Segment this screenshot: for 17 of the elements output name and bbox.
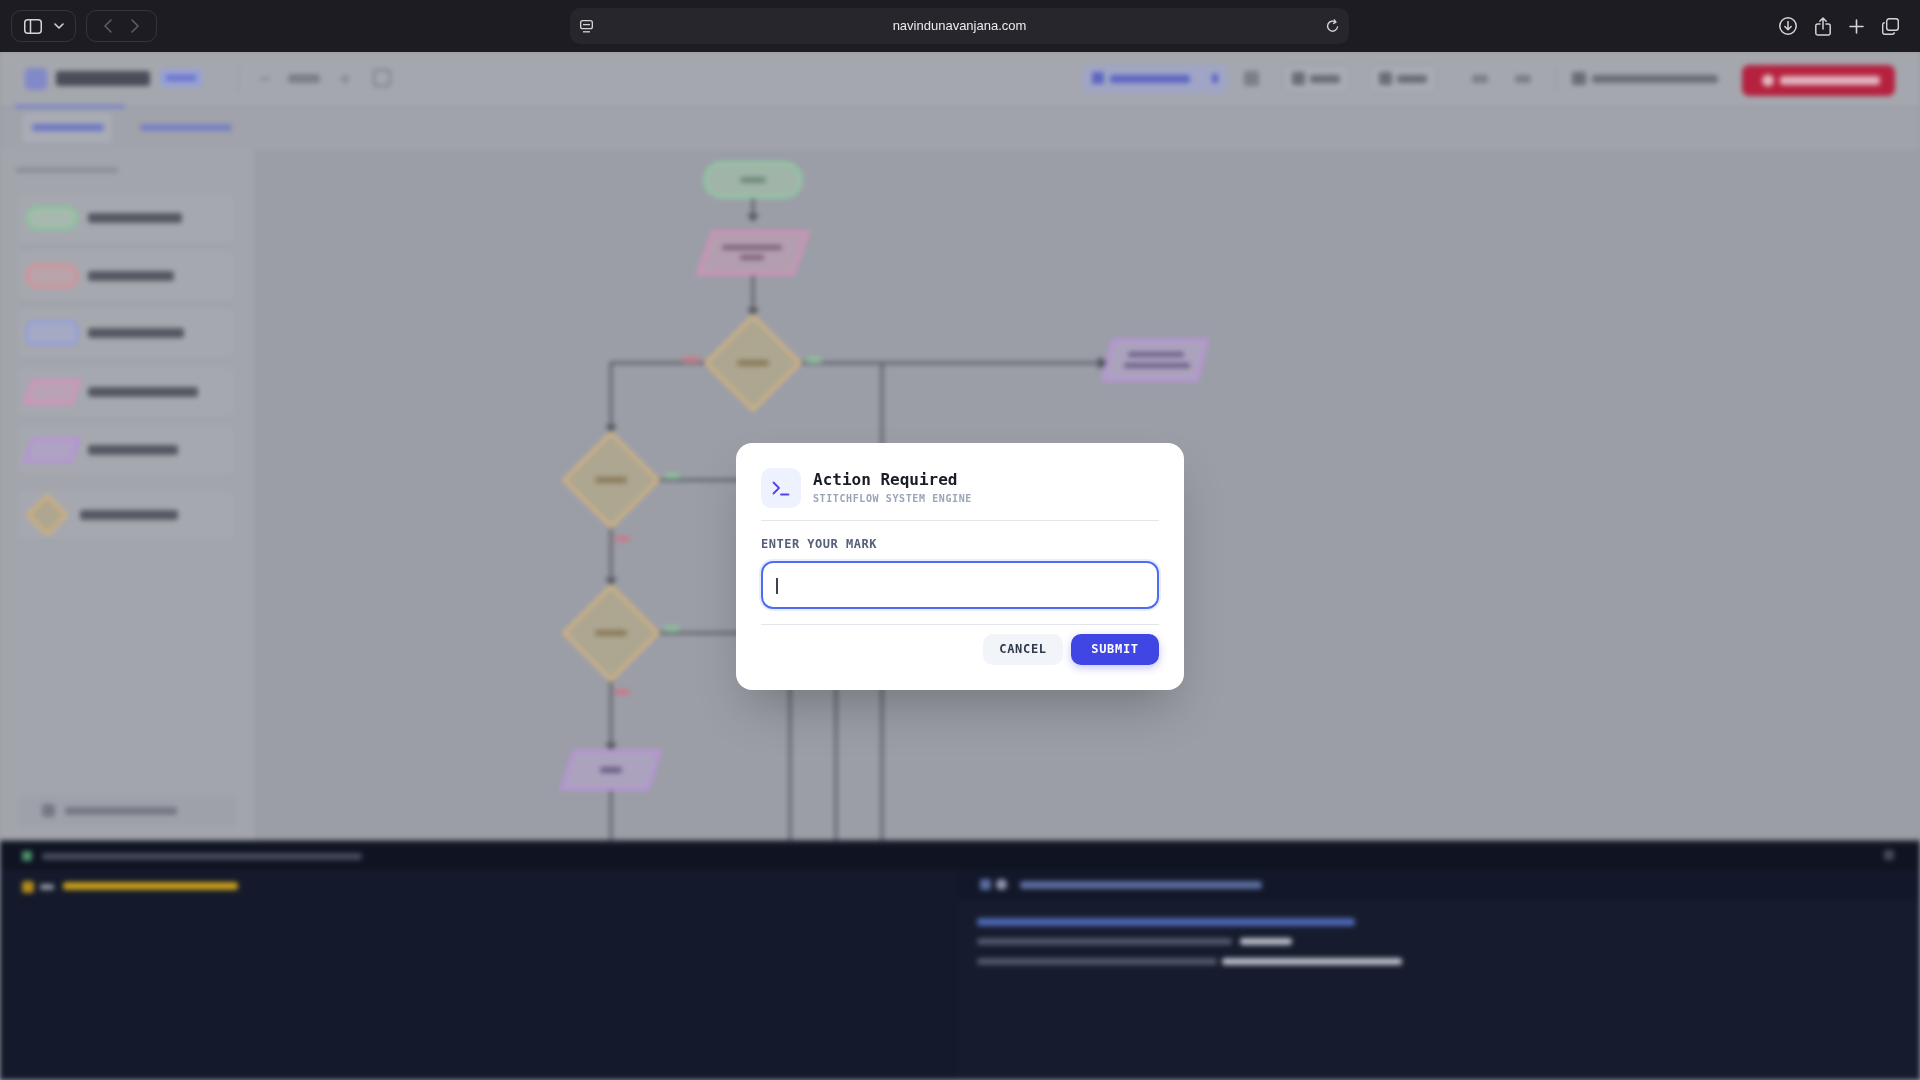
- plus-icon[interactable]: [1849, 18, 1864, 34]
- dialog-title: Action Required: [813, 470, 959, 490]
- address-bar[interactable]: navindunavanjana.com: [570, 8, 1349, 44]
- reload-icon[interactable]: [1326, 19, 1339, 33]
- cancel-button[interactable]: CANCEL: [983, 633, 1063, 665]
- sidebar-icon: [23, 18, 42, 34]
- input-field[interactable]: [761, 560, 1159, 609]
- share-icon[interactable]: [1815, 16, 1831, 36]
- download-icon[interactable]: [1779, 17, 1797, 35]
- sidebar-toggle-button[interactable]: [11, 10, 76, 42]
- dialog-subtitle: STITCHFLOW SYSTEM ENGINE: [813, 493, 972, 505]
- submit-button[interactable]: SUBMIT: [1071, 633, 1159, 665]
- terminal-icon: [761, 467, 801, 508]
- tabs-icon[interactable]: [1882, 17, 1899, 35]
- field-label: ENTER YOUR MARK: [761, 535, 878, 552]
- chevron-down-icon: [53, 23, 64, 29]
- page-menu-icon[interactable]: [580, 19, 593, 33]
